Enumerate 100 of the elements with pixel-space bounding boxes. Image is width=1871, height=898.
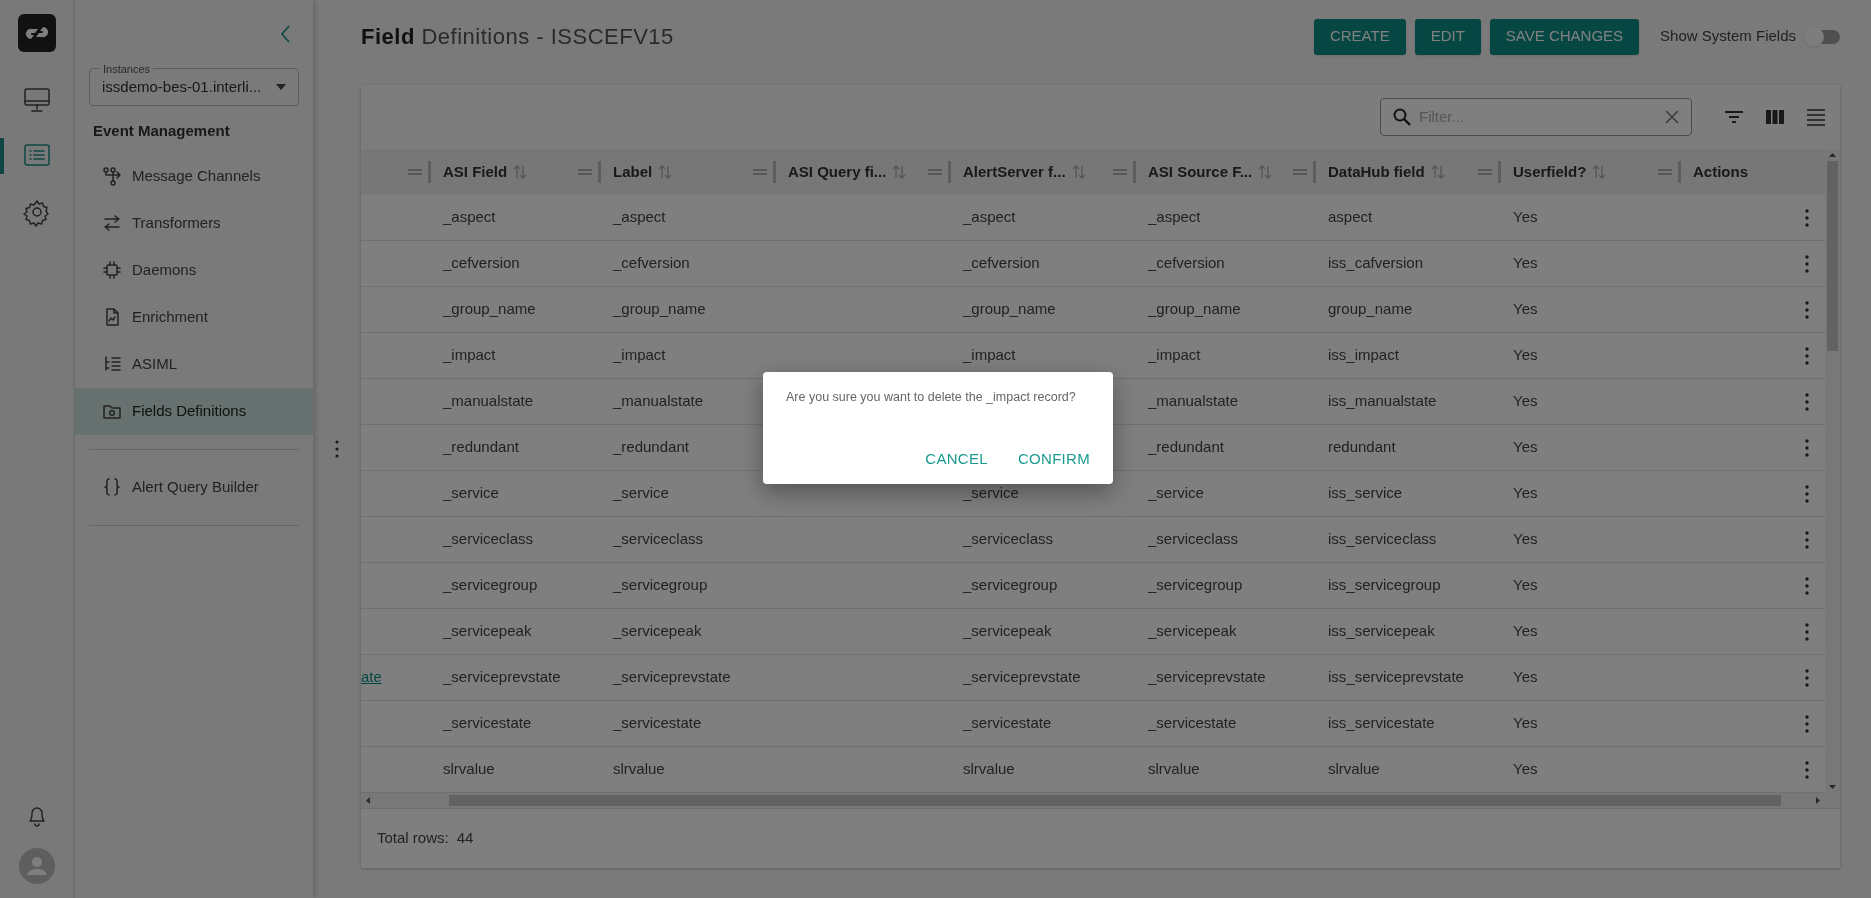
dropdown-caret-icon[interactable] [276, 84, 286, 90]
sort-icon[interactable] [1071, 165, 1086, 179]
column-drag-handle-icon[interactable] [1658, 169, 1672, 175]
column-drag-handle-icon[interactable] [928, 169, 942, 175]
table-cell-text: _aspect [443, 207, 496, 228]
page-title: Field Definitions - ISSCEFV15 [361, 23, 675, 51]
table-cell-text: _servicepeak [613, 621, 702, 642]
table-cell-text: _serviceprevstate [963, 667, 1081, 688]
avatar-icon[interactable] [19, 848, 55, 884]
link[interactable]: ate [361, 666, 382, 689]
table-cell-text: _servicestate [443, 713, 532, 734]
table-cell-text: _impact [1148, 345, 1201, 366]
filter-icon[interactable] [1724, 110, 1744, 124]
table-cell-text: slrvalue [1148, 759, 1200, 780]
sidebar-item[interactable]: Daemons [75, 246, 313, 294]
sidebar-item[interactable]: Message Channels [75, 152, 313, 200]
table-cell-text: _group_name [1148, 299, 1241, 320]
sort-icon[interactable] [892, 165, 907, 179]
column-header[interactable]: ASI Field [443, 160, 508, 184]
table-cell-text: Yes [1513, 253, 1538, 274]
sort-icon[interactable] [1430, 165, 1445, 179]
column-header[interactable]: Userfield? [1513, 160, 1587, 184]
horizontal-scrollbar[interactable] [361, 793, 1825, 808]
search-icon [1393, 108, 1411, 126]
sidebar-item[interactable]: Transformers [75, 199, 313, 247]
action-button[interactable]: SAVE CHANGES [1489, 18, 1640, 55]
more-options-icon[interactable] [1805, 254, 1809, 273]
table-cell-text: _redundant [1148, 437, 1224, 458]
column-header[interactable]: ASI Source F... [1148, 160, 1253, 184]
column-header[interactable]: Label [613, 160, 653, 184]
braces-icon [102, 477, 122, 497]
collapse-chevron-icon[interactable] [279, 24, 291, 44]
table-cell-text: _manualstate [443, 391, 534, 412]
table-cell-text: _servicegroup [1148, 575, 1243, 596]
column-drag-handle-icon[interactable] [1113, 169, 1127, 175]
sidebar-item[interactable]: Fields Definitions [75, 387, 313, 435]
more-options-icon[interactable] [1805, 208, 1809, 227]
column-header[interactable]: Actions [1693, 160, 1748, 184]
column-header[interactable]: AlertServer f... [963, 160, 1066, 184]
sidebar-item[interactable]: ASIML [75, 340, 313, 388]
table-cell-text: _serviceprevstate [1148, 667, 1266, 688]
total-rows-label: Total rows: [377, 828, 449, 849]
more-options-icon[interactable] [1805, 576, 1809, 595]
column-drag-handle-icon[interactable] [408, 169, 422, 175]
sort-icon[interactable] [1592, 165, 1607, 179]
settings-icon[interactable] [22, 197, 52, 227]
menu-icon[interactable] [1806, 108, 1826, 126]
table-cell-text: _servicepeak [443, 621, 532, 642]
table-cell-text: _serviceclass [1148, 529, 1239, 550]
toggle-label: Show System Fields [1660, 26, 1796, 47]
dialog-message: Are you sure you want to delete the _impact record? [786, 389, 1077, 406]
column-drag-handle-icon[interactable] [753, 169, 767, 175]
sidebar-item[interactable]: Enrichment [75, 293, 313, 341]
table-cell-text: _servicestate [1148, 713, 1237, 734]
table-cell-text: _impact [963, 345, 1016, 366]
columns-icon[interactable] [1766, 110, 1784, 124]
more-options-icon[interactable] [1805, 714, 1809, 733]
sidebar-item[interactable]: Alert Query Builder [75, 463, 313, 511]
select-value: issdemo-bes-01.interli... [102, 76, 263, 97]
resize-handle-icon[interactable] [335, 440, 339, 458]
more-options-icon[interactable] [1805, 668, 1809, 687]
more-options-icon[interactable] [1805, 346, 1809, 365]
more-options-icon[interactable] [1805, 438, 1809, 457]
more-options-icon[interactable] [1805, 300, 1809, 319]
column-header[interactable]: ASI Query fi... [788, 160, 887, 184]
table-cell-text: Yes [1513, 713, 1538, 734]
table-cell-text: _group_name [963, 299, 1056, 320]
column-header[interactable]: DataHub field [1328, 160, 1425, 184]
table-cell-text: Yes [1513, 529, 1538, 550]
more-options-icon[interactable] [1805, 530, 1809, 549]
more-options-icon[interactable] [1805, 622, 1809, 641]
table-cell-text: _service [1148, 483, 1204, 504]
column-drag-handle-icon[interactable] [1293, 169, 1307, 175]
sort-icon[interactable] [658, 165, 673, 179]
dialog-button[interactable]: CANCEL [915, 443, 998, 474]
table-cell-text: _cefversion [443, 253, 520, 274]
table-cell-text: iss_servicepeak [1328, 621, 1435, 642]
table-cell-text: _impact [613, 345, 666, 366]
table-cell-text: _aspect [963, 207, 1016, 228]
more-options-icon[interactable] [1805, 392, 1809, 411]
table-cell-text: _serviceclass [963, 529, 1054, 550]
table-cell-text: _servicestate [963, 713, 1052, 734]
clear-icon[interactable] [1665, 110, 1679, 124]
sort-icon[interactable] [1258, 165, 1273, 179]
table-cell-text: _manualstate [1148, 391, 1239, 412]
sort-icon[interactable] [513, 165, 528, 179]
table-cell-text: iss_cafversion [1328, 253, 1424, 274]
action-button[interactable]: CREATE [1313, 18, 1406, 55]
table-cell-text: iss_servicegroup [1328, 575, 1441, 596]
table-cell-text: slrvalue [963, 759, 1015, 780]
action-button[interactable]: EDIT [1414, 18, 1481, 55]
column-drag-handle-icon[interactable] [1478, 169, 1492, 175]
column-drag-handle-icon[interactable] [578, 169, 592, 175]
table-cell-text: _group_name [613, 299, 706, 320]
more-options-icon[interactable] [1805, 760, 1809, 779]
vertical-scrollbar[interactable] [1825, 149, 1840, 808]
dialog-button[interactable]: CONFIRM [1007, 443, 1100, 474]
more-options-icon[interactable] [1805, 484, 1809, 503]
toggle-switch[interactable] [1806, 29, 1840, 44]
monitor-icon[interactable] [22, 85, 52, 115]
